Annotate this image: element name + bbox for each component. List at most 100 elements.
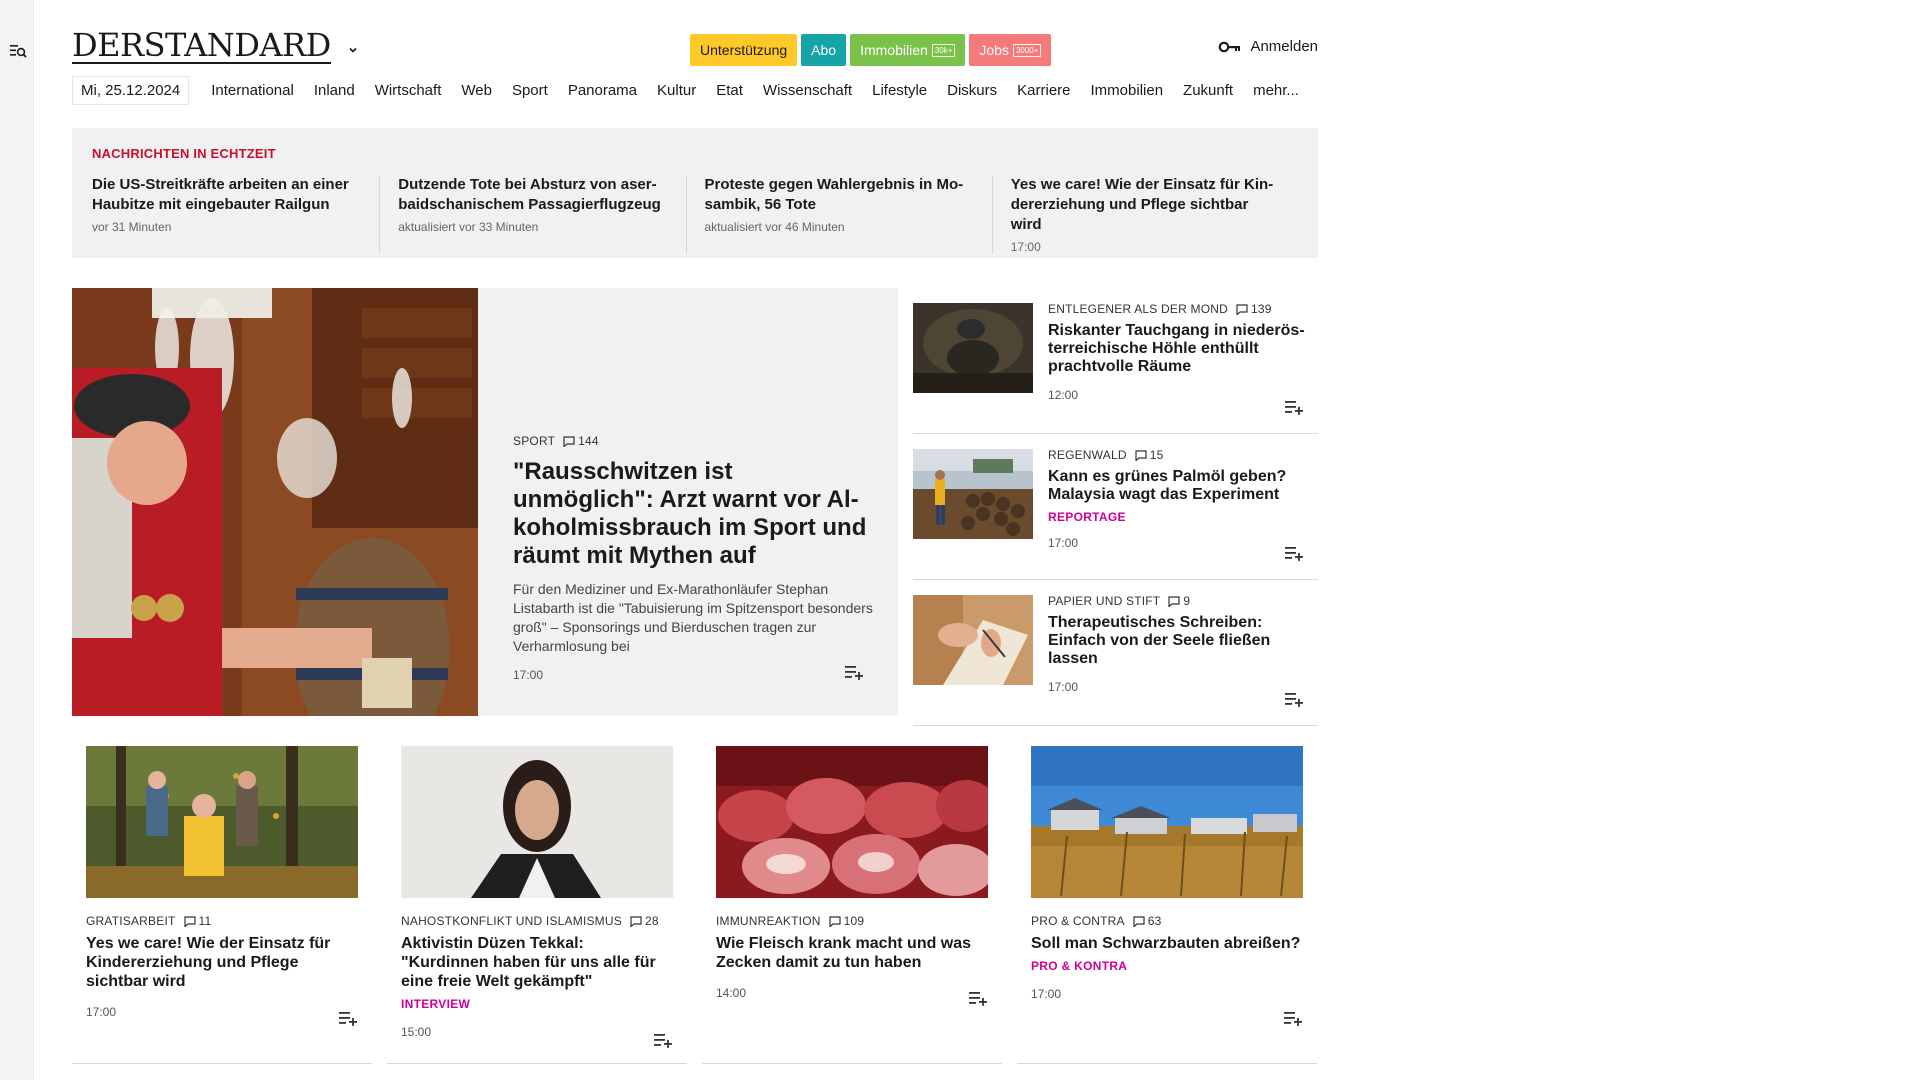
support-label: Unterstützung xyxy=(700,42,788,58)
side-article[interactable]: ENTLEGENER ALS DER MOND 139 Riskanter Ta… xyxy=(913,288,1318,434)
hero-image[interactable] xyxy=(72,288,478,716)
article-card-format-badge: PRO & KONTRA xyxy=(1031,959,1128,973)
comment-icon xyxy=(1135,449,1147,461)
nav-item-karriere[interactable]: Karriere xyxy=(1007,82,1080,99)
side-article-title[interactable]: Kann es grünes Palmöl geben? Malaysia wa… xyxy=(1048,468,1318,504)
side-article-image[interactable] xyxy=(913,595,1033,685)
add-to-list-button[interactable] xyxy=(1284,691,1304,707)
article-card-kicker-label: NAHOSTKONFLIKT UND ISLAMISMUS xyxy=(401,914,622,928)
ticker-item[interactable]: Yes we care! Wie der Einsatz für Kin-der… xyxy=(1011,175,1298,254)
comment-count: 109 xyxy=(843,914,865,928)
side-article-title[interactable]: Riskanter Tauchgang in niederös-terreich… xyxy=(1048,322,1318,376)
article-card-comment-count[interactable]: 63 xyxy=(1133,914,1162,928)
nav-item-immobilien[interactable]: Immobilien xyxy=(1081,82,1174,99)
page: DERSTANDARD Unterstützung Abo Immobilien… xyxy=(72,0,1318,1080)
hero-kicker-label: SPORT xyxy=(513,434,556,448)
article-card-title[interactable]: Aktivistin Düzen Tekkal: "Kurdinnen habe… xyxy=(401,934,673,991)
main-nav: Mi, 25.12.2024 International Inland Wirt… xyxy=(72,75,1309,105)
nav-item-lifestyle[interactable]: Lifestyle xyxy=(862,82,937,99)
ticker-item-time: 17:00 xyxy=(1010,240,1041,254)
comment-icon xyxy=(829,915,841,927)
hero-article[interactable]: SPORT 144 "Rausschwitzen ist unmöglich":… xyxy=(72,288,898,716)
menu-search-icon[interactable] xyxy=(9,42,27,60)
article-card[interactable]: NAHOSTKONFLIKT UND ISLAMISMUS 28 Aktivis… xyxy=(387,746,687,1064)
comment-count: 63 xyxy=(1147,914,1162,928)
nav-item-international[interactable]: International xyxy=(201,82,304,99)
nav-item-kultur[interactable]: Kultur xyxy=(647,82,706,99)
side-article-comment-count[interactable]: 15 xyxy=(1135,448,1164,462)
side-article-kicker: PAPIER UND STIFT 9 xyxy=(1048,594,1318,608)
article-card-kicker: IMMUNREAKTION 109 xyxy=(716,914,988,928)
add-to-list-button[interactable] xyxy=(1283,1010,1303,1026)
article-card-time: 15:00 xyxy=(401,1025,432,1039)
article-card-comment-count[interactable]: 11 xyxy=(183,914,212,928)
side-article-kicker-label: REGENWALD xyxy=(1048,448,1127,462)
comment-count: 11 xyxy=(198,914,212,928)
article-card-kicker: GRATISARBEIT 11 xyxy=(86,914,358,928)
ticker-item-title[interactable]: Yes we care! Wie der Einsatz für Kin-der… xyxy=(1011,175,1280,235)
article-card-comment-count[interactable]: 109 xyxy=(829,914,865,928)
add-to-list-button[interactable] xyxy=(338,1010,358,1026)
ticker-item[interactable]: Dutzende Tote bei Absturz von aser-baids… xyxy=(398,175,687,254)
article-card-title[interactable]: Soll man Schwarzbauten abreißen? xyxy=(1031,934,1303,953)
side-article-image[interactable] xyxy=(913,303,1033,393)
ticker-item-title[interactable]: Proteste gegen Wahlergebnis in Mo-sambik… xyxy=(705,175,974,215)
nav-item-more[interactable]: mehr... xyxy=(1243,82,1309,99)
jobs-label: Jobs xyxy=(979,42,1009,58)
ticker-label: NACHRICHTEN IN ECHTZEIT xyxy=(92,146,276,161)
nav-item-diskurs[interactable]: Diskurs xyxy=(937,82,1007,99)
nav-item-etat[interactable]: Etat xyxy=(706,82,753,99)
article-card-kicker: PRO & CONTRA 63 xyxy=(1031,914,1303,928)
logo[interactable]: DERSTANDARD xyxy=(72,28,359,64)
hero-comment-count[interactable]: 144 xyxy=(563,434,599,448)
ticker-item[interactable]: Proteste gegen Wahlergebnis in Mo-sambik… xyxy=(705,175,993,254)
immobilien-button[interactable]: Immobilien 30k+ xyxy=(850,34,966,66)
nav-item-web[interactable]: Web xyxy=(451,82,502,99)
nav-item-panorama[interactable]: Panorama xyxy=(558,82,647,99)
support-button[interactable]: Unterstützung xyxy=(690,34,798,66)
ticker-item[interactable]: Die US-Streitkräfte arbeiten an einer Ha… xyxy=(92,175,381,254)
add-to-list-button[interactable] xyxy=(1284,399,1304,415)
add-to-list-button[interactable] xyxy=(653,1032,673,1048)
side-article-kicker: ENTLEGENER ALS DER MOND 139 xyxy=(1048,302,1318,316)
article-card-image[interactable] xyxy=(86,746,358,898)
comment-icon xyxy=(1236,303,1248,315)
add-to-list-icon xyxy=(653,1032,673,1048)
side-article-comment-count[interactable]: 9 xyxy=(1168,594,1190,608)
side-article[interactable]: PAPIER UND STIFT 9 Therapeutisches Schre… xyxy=(913,580,1318,726)
side-article[interactable]: REGENWALD 15 Kann es grünes Palmöl geben… xyxy=(913,434,1318,580)
add-to-list-button[interactable] xyxy=(844,664,864,680)
service-links: Unterstützung Abo Immobilien 30k+ Jobs 3… xyxy=(690,34,1052,66)
nav-item-inland[interactable]: Inland xyxy=(304,82,365,99)
nav-item-sport[interactable]: Sport xyxy=(502,82,558,99)
article-card-image[interactable] xyxy=(716,746,988,898)
add-to-list-button[interactable] xyxy=(968,990,988,1006)
hero-title[interactable]: "Rausschwitzen ist unmöglich": Arzt warn… xyxy=(513,458,875,570)
nav-item-wirtschaft[interactable]: Wirtschaft xyxy=(365,82,452,99)
article-card-image[interactable] xyxy=(1031,746,1303,898)
chevron-down-icon[interactable] xyxy=(347,44,359,56)
article-card-image[interactable] xyxy=(401,746,673,898)
side-article-title[interactable]: Therapeutisches Schreiben: Einfach von d… xyxy=(1048,614,1318,668)
article-card[interactable]: IMMUNREAKTION 109 Wie Fleisch krank mach… xyxy=(702,746,1002,1064)
nav-item-zukunft[interactable]: Zukunft xyxy=(1173,82,1243,99)
article-card-comment-count[interactable]: 28 xyxy=(630,914,659,928)
add-to-list-button[interactable] xyxy=(1284,545,1304,561)
ticker-item-title[interactable]: Dutzende Tote bei Absturz von aser-baids… xyxy=(398,175,667,215)
side-article-comment-count[interactable]: 139 xyxy=(1236,302,1272,316)
article-card-title[interactable]: Yes we care! Wie der Einsatz für Kindere… xyxy=(86,934,358,991)
logo-wordmark[interactable]: DERSTANDARD xyxy=(72,28,331,64)
abo-button[interactable]: Abo xyxy=(801,34,847,66)
article-card-title[interactable]: Wie Fleisch krank macht und was Zecken d… xyxy=(716,934,988,972)
login-button[interactable]: Anmelden xyxy=(1218,38,1318,55)
comment-icon xyxy=(1133,915,1145,927)
jobs-button[interactable]: Jobs 3000+ xyxy=(969,34,1052,66)
article-card[interactable]: PRO & CONTRA 63 Soll man Schwarzbauten a… xyxy=(1017,746,1317,1064)
ticker-item-title[interactable]: Die US-Streitkräfte arbeiten an einer Ha… xyxy=(92,175,361,215)
add-to-list-icon xyxy=(338,1010,358,1026)
article-card[interactable]: GRATISARBEIT 11 Yes we care! Wie der Ein… xyxy=(72,746,372,1064)
side-article-kicker-label: PAPIER UND STIFT xyxy=(1048,594,1161,608)
nav-item-wissenschaft[interactable]: Wissenschaft xyxy=(753,82,862,99)
side-article-image[interactable] xyxy=(913,449,1033,539)
add-to-list-icon xyxy=(968,990,988,1006)
